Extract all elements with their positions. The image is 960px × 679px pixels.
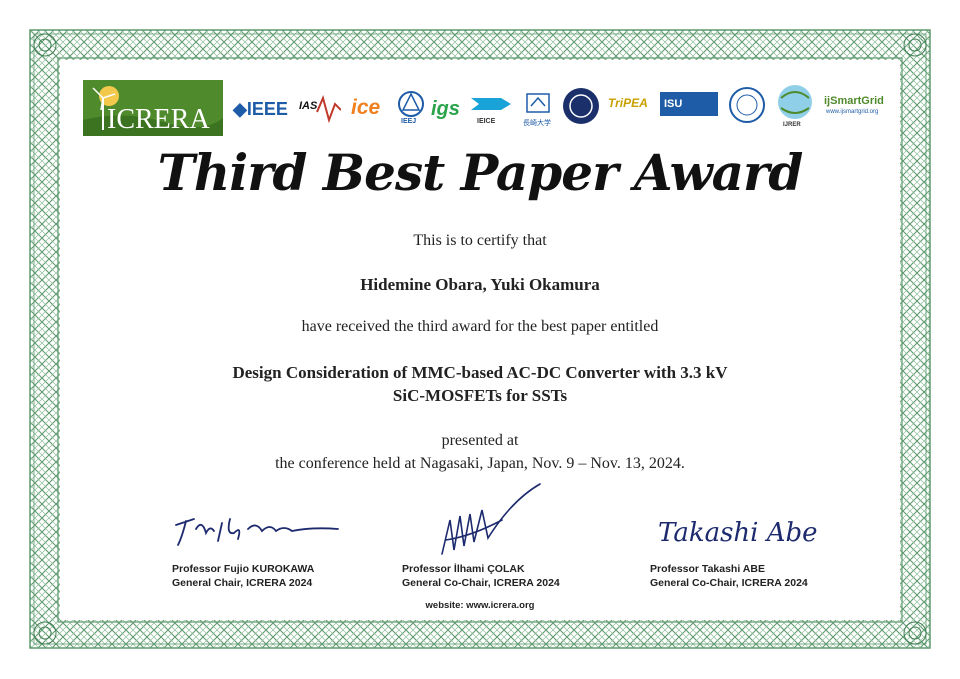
ieice-arrow-icon (471, 98, 511, 110)
signature-block-colak: Professor İlhami ÇOLAK General Co-Chair,… (402, 480, 622, 590)
presented-line: presented at (441, 432, 519, 449)
emblem-logo (728, 86, 766, 129)
ieej-emblem-icon (398, 91, 424, 117)
ijrer-logo-text: IJRER (783, 122, 801, 128)
conference-line: the conference held at Nagasaki, Japan, … (275, 455, 685, 472)
isu-logo: ISU (660, 92, 718, 116)
paper-title-line-2: SiC-MOSFETs for SSTs (392, 386, 568, 405)
ieice-logo-text: IEICE (477, 118, 496, 125)
ijsmartgrid-logo: ijSmartGrid www.ijsmartgrid.org (824, 95, 894, 125)
ieee-logo-text: IEEE (246, 99, 288, 119)
handwritten-signature-abe: Takashi Abe (658, 518, 818, 548)
ias-wave-icon (316, 94, 341, 124)
conference-info: presented at the conference held at Naga… (0, 429, 960, 475)
nagasaki-university-logo: 長崎大学 (523, 90, 553, 132)
emblem-icon (729, 87, 765, 123)
signatory-role-colak: General Co-Chair, ICRERA 2024 (402, 577, 560, 589)
paper-title: Design Consideration of MMC-based AC-DC … (0, 361, 960, 407)
tripea-logo: TriPEA (608, 96, 648, 110)
ice-logo: ice (351, 96, 381, 119)
ieee-logo: ◆IEEE (233, 99, 288, 119)
university-seal-icon (563, 88, 599, 124)
ieej-logo: IEEJ (397, 90, 425, 130)
certify-line: This is to certify that (413, 232, 547, 249)
website-link[interactable]: website: www.icrera.org (0, 600, 960, 611)
signatory-role-kurokawa: General Chair, ICRERA 2024 (172, 577, 313, 589)
globe-icon (778, 85, 812, 119)
ijrer-logo: IJRER (773, 82, 817, 134)
handwritten-signature-kurokawa (175, 518, 339, 546)
ijsmartgrid-url: www.ijsmartgrid.org (826, 109, 879, 115)
ieice-logo: IEICE (469, 92, 513, 132)
nagasaki-emblem-icon (526, 93, 550, 113)
icrera-logo-text: ICRERA (107, 104, 210, 135)
recipient-names: Hidemine Obara, Yuki Okamura (360, 275, 600, 294)
sponsor-logo-strip: ICRERA ◆IEEE IAS ice IEEJ igs IEICE 長崎大学… (83, 80, 884, 138)
icrera-logo: ICRERA (83, 80, 223, 136)
signatory-name-kurokawa: Professor Fujio KUROKAWA (172, 563, 315, 575)
signatory-name-colak: Professor İlhami ÇOLAK (402, 563, 525, 575)
received-line: have received the third award for the be… (301, 318, 659, 335)
signatory-name-abe: Professor Takashi ABE (650, 563, 765, 575)
ijsmartgrid-logo-text: ijSmartGrid (824, 95, 884, 107)
handwritten-signature-colak (441, 483, 541, 555)
signatory-role-abe: General Co-Chair, ICRERA 2024 (650, 577, 808, 589)
signature-block-kurokawa: Professor Fujio KUROKAWA General Chair, … (172, 505, 392, 590)
paper-title-line-1: Design Consideration of MMC-based AC-DC … (232, 363, 728, 382)
award-title: Third Best Paper Award (157, 143, 804, 202)
signature-block-abe: Takashi Abe Professor Takashi ABE Genera… (650, 518, 870, 590)
ieej-logo-text: IEEJ (401, 118, 417, 125)
university-seal-logo (561, 86, 601, 131)
ias-logo: IAS (299, 94, 341, 126)
igs-logo: igs (431, 98, 460, 120)
nagasaki-logo-text: 長崎大学 (523, 120, 551, 127)
